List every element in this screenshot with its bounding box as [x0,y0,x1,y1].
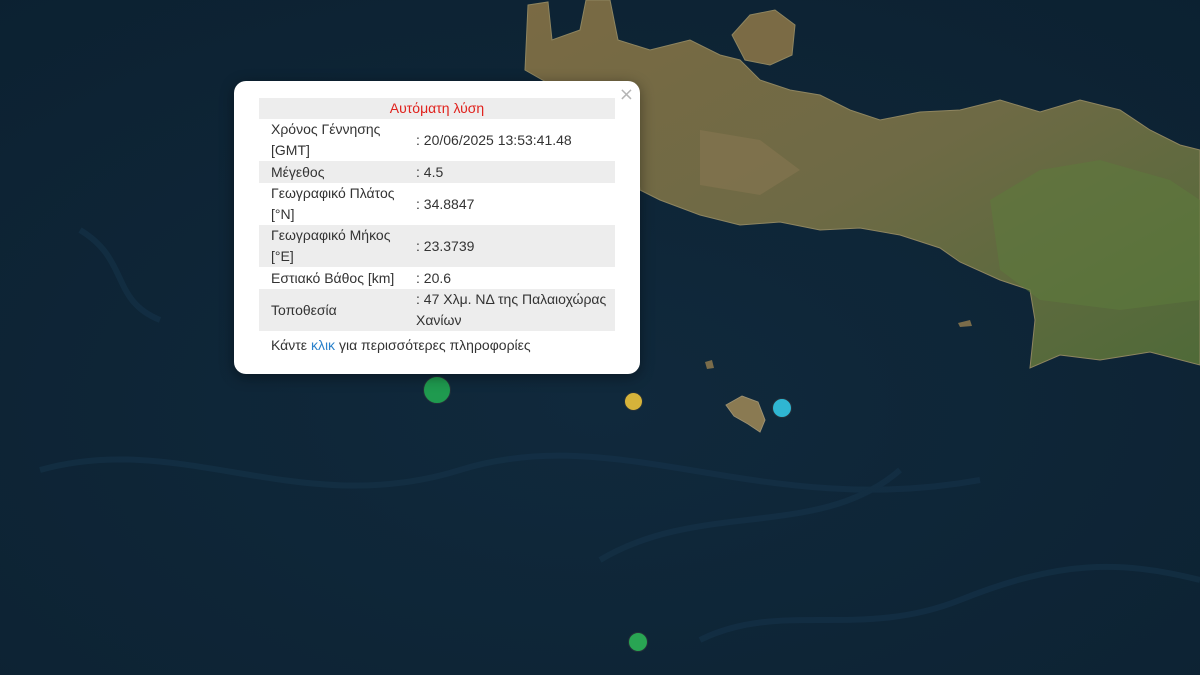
origin-time-value: : 20/06/2025 13:53:41.48 [416,131,572,148]
magnitude-label: Μέγεθος [259,161,414,183]
table-row: Εστιακό Βάθος [km] : 20.6 [259,267,615,289]
table-row: Γεωγραφικό Πλάτος [°N] : 34.8847 [259,183,615,225]
depth-label: Εστιακό Βάθος [km] [271,269,395,286]
longitude-value: : 23.3739 [414,225,615,267]
more-info-prefix: Κάντε [271,337,308,353]
location-label: Τοποθεσία [259,289,414,331]
origin-time-label: Χρόνος Γέννησης [GMT] [271,121,381,158]
more-info-suffix: για περισσότερες πληροφορίες [338,337,531,353]
more-info-link[interactable]: κλικ [311,337,335,353]
table-row: Χρόνος Γέννησης [GMT] : 20/06/2025 13:53… [259,119,615,161]
table-row: Μέγεθος : 4.5 [259,161,615,183]
popup-heading: Αυτόματη λύση [259,98,615,119]
earthquake-info-popup: × Αυτόματη λύση Χρόνος Γέννησης [GMT] : … [234,81,640,389]
earthquake-details-table: Χρόνος Γέννησης [GMT] : 20/06/2025 13:53… [259,119,615,331]
table-row: Γεωγραφικό Μήκος [°E] : 23.3739 [259,225,615,267]
close-icon[interactable]: × [619,85,634,105]
selected-earthquake-marker[interactable] [423,376,451,404]
latitude-label: Γεωγραφικό Πλάτος [°N] [271,185,395,222]
magnitude-value: : 4.5 [414,161,615,183]
longitude-label: Γεωγραφικό Μήκος [°E] [259,225,414,267]
earthquake-marker-yellow[interactable] [624,392,643,411]
latitude-value: : 34.8847 [416,195,475,212]
more-info-line: Κάντε κλικ για περισσότερες πληροφορίες [271,337,531,353]
depth-value: : 20.6 [416,269,452,286]
table-row: Τοποθεσία : 47 Χλμ. ΝΔ της Παλαιοχώρας Χ… [259,289,615,331]
location-value: : 47 Χλμ. ΝΔ της Παλαιοχώρας Χανίων [414,289,615,331]
earthquake-marker-cyan[interactable] [772,398,792,418]
earthquake-marker-green-south[interactable] [628,632,648,652]
